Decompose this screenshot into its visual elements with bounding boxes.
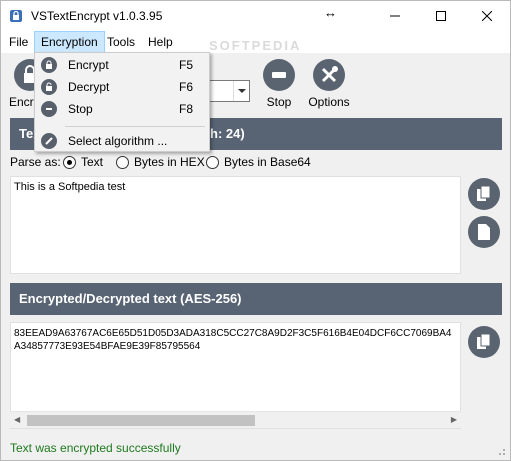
radio-base64-circle [206,156,219,169]
menu-item-decrypt-shortcut: F6 [179,80,194,94]
copy-plain-button[interactable] [468,178,500,210]
scroll-left-icon[interactable]: ◀ [14,415,20,424]
encryption-menu-dropdown: Encrypt F5 Decrypt F6 Stop F8 Select alg… [34,52,210,152]
scrollbar-thumb[interactable] [27,415,255,426]
minimize-icon [390,15,400,17]
radio-text-label: Text [81,155,104,169]
maximize-button[interactable] [418,1,464,31]
menu-item-select-algorithm[interactable]: Select algorithm ... [35,130,209,152]
close-icon [482,11,492,21]
status-message: Text was encrypted successfully [10,441,181,455]
copy-icon [477,185,491,201]
pencil-icon [41,133,57,149]
resize-grip-icon[interactable] [496,446,506,456]
algorithm-select[interactable] [206,80,250,102]
menu-item-decrypt-label: Decrypt [68,80,110,94]
unlock-icon [41,79,57,95]
chevron-down-icon [233,81,249,101]
horizontal-scrollbar[interactable]: ◀ ▶ [10,411,461,428]
lock-icon [41,57,57,73]
title-bar: VSTextEncrypt v1.0.3.95 ↔ [1,1,510,31]
menu-item-encrypt-shortcut: F5 [179,58,194,72]
copy-icon [477,333,491,349]
radio-base64-label: Bytes in Base64 [224,155,311,169]
menu-tools[interactable]: Tools [101,31,141,53]
radio-hex-label: Bytes in HEX [134,155,205,169]
menu-item-stop[interactable]: Stop F8 [35,98,209,120]
menu-encryption[interactable]: Encryption [34,31,105,53]
stop-icon [263,59,295,91]
options-tool-label: Options [308,95,350,109]
radio-hex-circle [116,156,129,169]
menu-file[interactable]: File [3,31,34,53]
clear-plain-button[interactable] [468,216,500,248]
document-icon [478,224,490,240]
stop-tool-label: Stop [266,95,292,109]
menu-item-encrypt-label: Encrypt [68,58,109,72]
menu-item-stop-shortcut: F8 [179,102,194,116]
menu-item-decrypt[interactable]: Decrypt F6 [35,76,209,98]
radio-text-circle [63,156,76,169]
encrypted-line-2: A34857773E93E54BFAE9E39F85795564 [14,341,201,352]
plain-text-input[interactable]: This is a Softpedia test [10,176,461,274]
copy-encrypted-button[interactable] [468,326,500,358]
encrypted-text-header: Encrypted/Decrypted text (AES-256) [10,283,502,315]
menu-item-encrypt[interactable]: Encrypt F5 [35,54,209,76]
close-button[interactable] [464,1,510,31]
tools-icon [313,59,345,91]
stop-icon [41,101,57,117]
resize-cursor-icon: ↔ [324,5,337,20]
parse-label: Parse as: [10,155,61,169]
plain-header-right: h: 24) [210,126,245,141]
app-icon [10,10,22,22]
minimize-button[interactable] [372,1,418,31]
encrypted-line-1: 83EEAD9A63767AC6E65D51D05D3ADA318C5CC27C… [14,328,452,339]
watermark: SOFTPEDIA [209,38,302,53]
menu-item-select-algorithm-label: Select algorithm ... [68,134,168,148]
menu-separator [65,126,205,127]
menu-help[interactable]: Help [142,31,179,53]
parse-options: Parse as: Text Bytes in HEX Bytes in Bas… [10,154,490,172]
app-window: VSTextEncrypt v1.0.3.95 ↔ File Encryptio… [0,0,511,461]
options-tool-button[interactable]: Options [304,57,354,111]
window-title: VSTextEncrypt v1.0.3.95 [31,9,163,23]
menu-item-stop-label: Stop [68,102,93,116]
maximize-icon [436,11,446,21]
stop-tool-button[interactable]: Stop [254,57,304,111]
scroll-right-icon[interactable]: ▶ [451,415,457,424]
